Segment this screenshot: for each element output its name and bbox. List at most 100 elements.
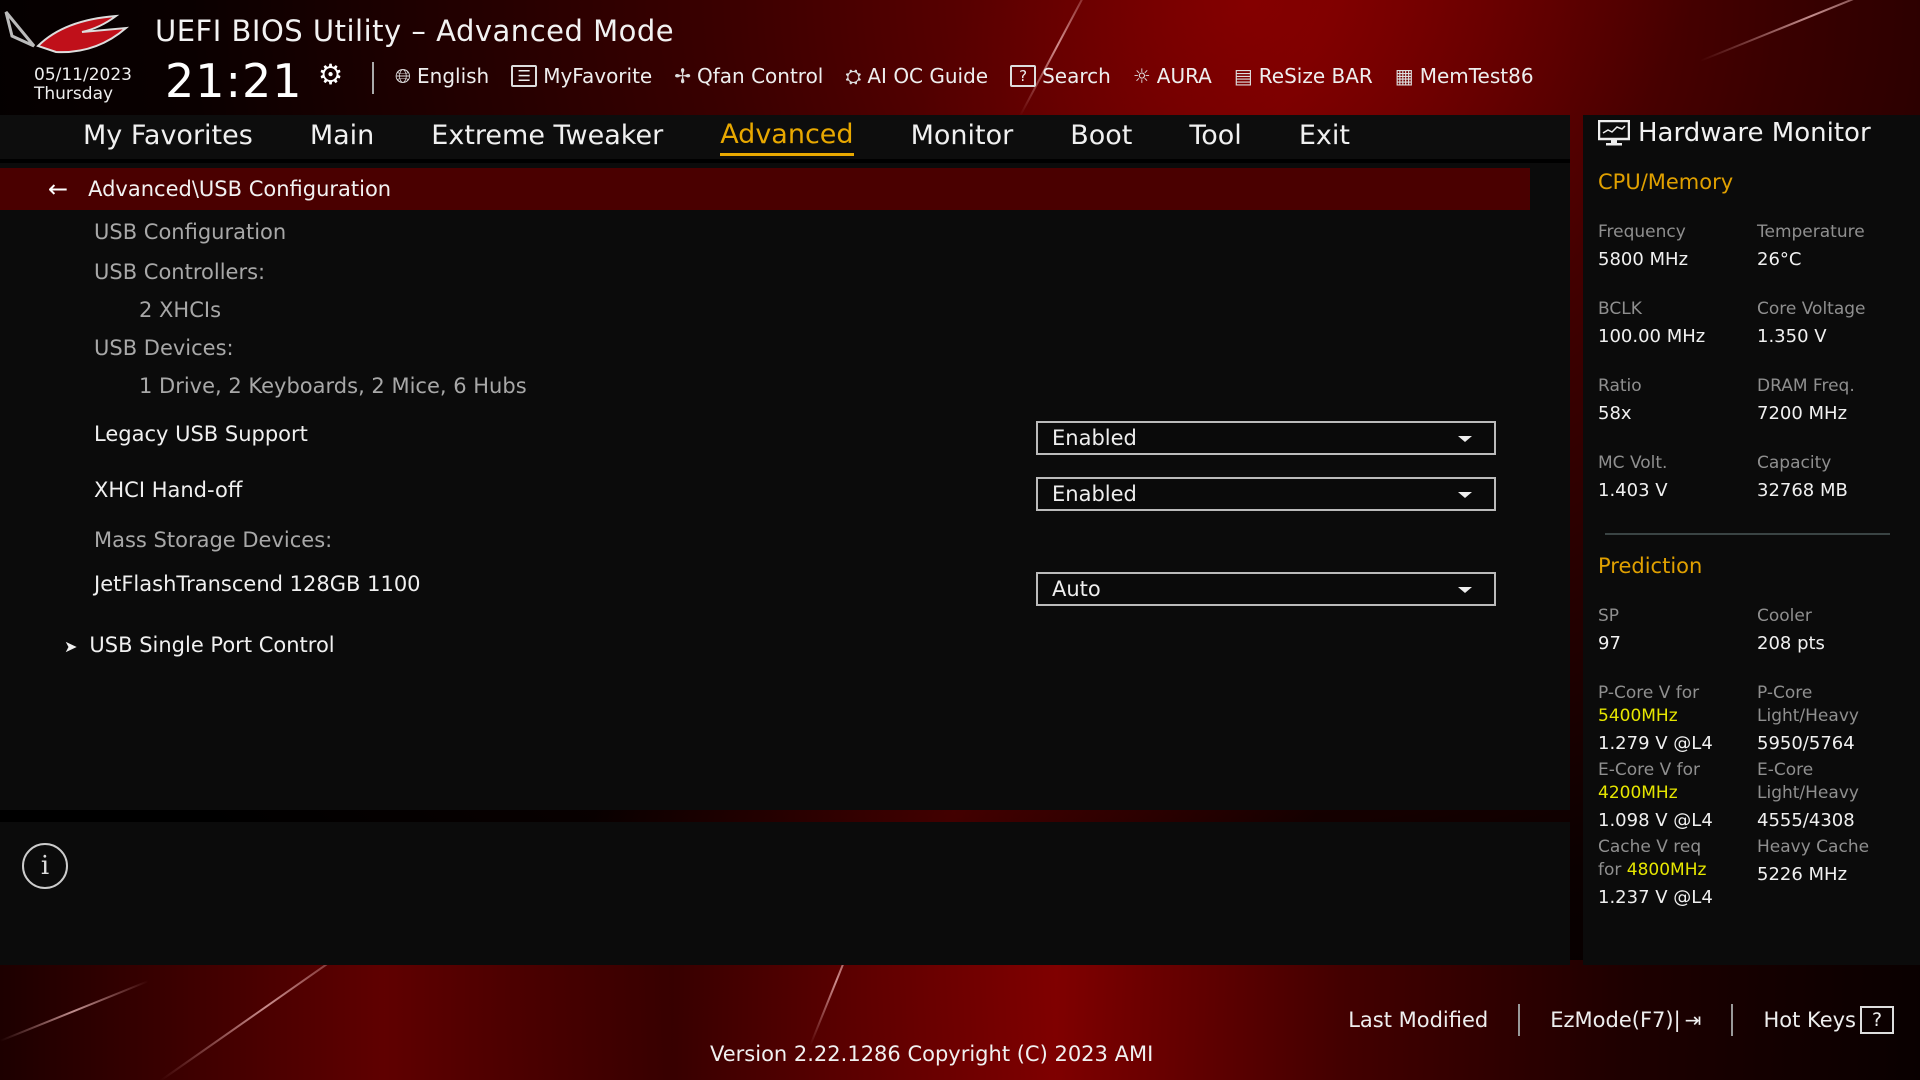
aura-button[interactable]: ☼ AURA bbox=[1133, 64, 1212, 88]
ai-oc-guide-button[interactable]: ⛭ AI OC Guide bbox=[845, 64, 988, 88]
cache-v-label: Cache V req for 4800MHz bbox=[1598, 836, 1706, 882]
resize-bar-button[interactable]: ▤ ReSize BAR bbox=[1234, 64, 1373, 88]
question-box-icon: ? bbox=[1860, 1006, 1894, 1034]
hot-keys-label: Hot Keys bbox=[1763, 1008, 1856, 1032]
rog-logo bbox=[4, 11, 130, 54]
chevron-down-icon bbox=[1458, 436, 1472, 442]
hw-label: MC Volt. bbox=[1598, 453, 1668, 473]
breadcrumb-path: Advanced\USB Configuration bbox=[88, 177, 392, 201]
xhci-handoff-select[interactable]: Enabled bbox=[1036, 477, 1496, 511]
memtest-label: MemTest86 bbox=[1419, 64, 1534, 88]
mass-storage-label: Mass Storage Devices: bbox=[94, 528, 333, 552]
back-arrow-icon[interactable]: ← bbox=[48, 175, 68, 203]
sp-value: 97 bbox=[1598, 633, 1621, 654]
footer-links: Last Modified EzMode(F7)| ⇥ Hot Keys ? bbox=[1348, 1004, 1920, 1036]
chevron-right-icon: ➤ bbox=[64, 637, 78, 656]
cooler-value: 208 pts bbox=[1757, 633, 1825, 654]
hw-value: 100.00 MHz bbox=[1598, 326, 1706, 347]
prediction-title: Prediction bbox=[1598, 554, 1703, 578]
toolbar: 🌐︎ English ☰ MyFavorite ✢ Qfan Control ⛭… bbox=[395, 64, 1534, 88]
fan-icon: ✢ bbox=[674, 64, 691, 88]
memtest86-button[interactable]: ▦ MemTest86 bbox=[1395, 64, 1534, 88]
hw-value: 58x bbox=[1598, 403, 1632, 424]
weekday: Thursday bbox=[34, 84, 114, 104]
hw-value: 32768 MB bbox=[1757, 480, 1848, 501]
globe-icon: 🌐︎ bbox=[395, 64, 411, 88]
language-label: English bbox=[417, 64, 490, 88]
tab-exit[interactable]: Exit bbox=[1299, 120, 1350, 154]
hw-value: 7200 MHz bbox=[1757, 403, 1848, 424]
tab-tool[interactable]: Tool bbox=[1189, 120, 1241, 154]
footer-divider bbox=[1518, 1004, 1521, 1036]
tab-extreme-tweaker[interactable]: Extreme Tweaker bbox=[431, 120, 663, 154]
ecore-v-label: E-Core V for 4200MHz bbox=[1598, 759, 1700, 805]
legacy-usb-support-label[interactable]: Legacy USB Support bbox=[94, 422, 308, 446]
cpu-memory-title: CPU/Memory bbox=[1598, 170, 1734, 194]
tab-boot[interactable]: Boot bbox=[1070, 120, 1132, 154]
ai-chip-icon: ⛭ bbox=[845, 64, 862, 88]
hw-label: Frequency bbox=[1598, 222, 1686, 242]
tab-my-favorites[interactable]: My Favorites bbox=[83, 120, 253, 154]
chevron-down-icon bbox=[1458, 587, 1472, 593]
info-icon: i bbox=[22, 843, 68, 889]
section-title: USB Configuration bbox=[94, 220, 287, 244]
hw-value: 1.350 V bbox=[1757, 326, 1827, 347]
resize-bar-label: ReSize BAR bbox=[1258, 64, 1373, 88]
ecore-lh-label-1: E-Core bbox=[1757, 760, 1814, 780]
pcore-lh-value: 5950/5764 bbox=[1757, 733, 1855, 754]
help-panel bbox=[0, 822, 1570, 965]
exit-to-icon: ⇥ bbox=[1684, 1008, 1702, 1032]
usb-single-port-control-submenu[interactable]: ➤ USB Single Port Control bbox=[64, 633, 335, 657]
ezmode-button[interactable]: EzMode(F7)| ⇥ bbox=[1550, 1008, 1701, 1032]
pcore-v-value: 1.279 V @L4 bbox=[1598, 733, 1713, 754]
xhci-handoff-value: Enabled bbox=[1052, 482, 1137, 506]
last-modified-button[interactable]: Last Modified bbox=[1348, 1008, 1488, 1032]
aura-label: AURA bbox=[1156, 64, 1212, 88]
sp-label: SP bbox=[1598, 606, 1620, 626]
cache-v-freq: 4800MHz bbox=[1626, 860, 1707, 880]
myfavorite-button[interactable]: ☰ MyFavorite bbox=[511, 64, 652, 88]
version-text: Version 2.22.1286 Copyright (C) 2023 AMI bbox=[710, 1042, 1154, 1066]
pcore-lh-label-1: P-Core bbox=[1757, 683, 1813, 703]
jetflash-label[interactable]: JetFlashTranscend 128GB 1100 bbox=[94, 572, 421, 596]
ecore-lh-value: 4555/4308 bbox=[1757, 810, 1855, 831]
pcore-lh-label-2: Light/Heavy bbox=[1757, 706, 1859, 726]
aura-light-icon: ☼ bbox=[1132, 64, 1151, 88]
tab-main[interactable]: Main bbox=[310, 120, 374, 154]
last-modified-label: Last Modified bbox=[1348, 1008, 1489, 1032]
jetflash-value: Auto bbox=[1052, 577, 1101, 601]
heavy-cache-value: 5226 MHz bbox=[1757, 864, 1848, 885]
tab-monitor[interactable]: Monitor bbox=[911, 120, 1014, 154]
hw-label: Temperature bbox=[1757, 222, 1865, 242]
qfan-control-button[interactable]: ✢ Qfan Control bbox=[674, 64, 823, 88]
search-button[interactable]: ? Search bbox=[1010, 64, 1111, 88]
usb-controllers-value: 2 XHCIs bbox=[139, 298, 222, 322]
hw-value: 1.403 V bbox=[1598, 480, 1668, 501]
app-title: UEFI BIOS Utility – Advanced Mode bbox=[155, 14, 675, 48]
pcore-v-label: P-Core V for 5400MHz bbox=[1598, 682, 1699, 728]
language-button[interactable]: 🌐︎ English bbox=[395, 64, 489, 88]
cooler-label: Cooler bbox=[1757, 606, 1812, 626]
usb-devices-label: USB Devices: bbox=[94, 336, 234, 360]
cache-v-label-text: Cache V req bbox=[1598, 837, 1702, 857]
ecore-v-label-text: E-Core V for bbox=[1598, 760, 1701, 780]
hw-label: Core Voltage bbox=[1757, 299, 1866, 319]
footer-divider bbox=[1731, 1004, 1734, 1036]
pcore-lh-label: P-Core Light/Heavy bbox=[1757, 682, 1859, 728]
gear-icon[interactable]: ⚙ bbox=[318, 58, 343, 91]
ezmode-label: EzMode(F7)| bbox=[1550, 1008, 1681, 1032]
legacy-usb-support-select[interactable]: Enabled bbox=[1036, 421, 1496, 455]
jetflash-select[interactable]: Auto bbox=[1036, 572, 1496, 606]
chevron-down-icon bbox=[1458, 492, 1472, 498]
hot-keys-button[interactable]: Hot Keys ? bbox=[1763, 1006, 1920, 1034]
hw-value: 5800 MHz bbox=[1598, 249, 1689, 270]
tab-advanced[interactable]: Advanced bbox=[720, 119, 854, 156]
xhci-handoff-label[interactable]: XHCI Hand-off bbox=[94, 478, 242, 502]
breadcrumb: ← Advanced\USB Configuration bbox=[0, 168, 1530, 210]
monitor-icon bbox=[1598, 120, 1630, 146]
heavy-cache-label: Heavy Cache bbox=[1757, 837, 1870, 857]
hardware-monitor-header: Hardware Monitor bbox=[1598, 118, 1871, 148]
header-divider bbox=[372, 62, 374, 94]
date: 05/11/2023 bbox=[34, 65, 132, 85]
ecore-v-freq: 4200MHz bbox=[1598, 783, 1678, 803]
